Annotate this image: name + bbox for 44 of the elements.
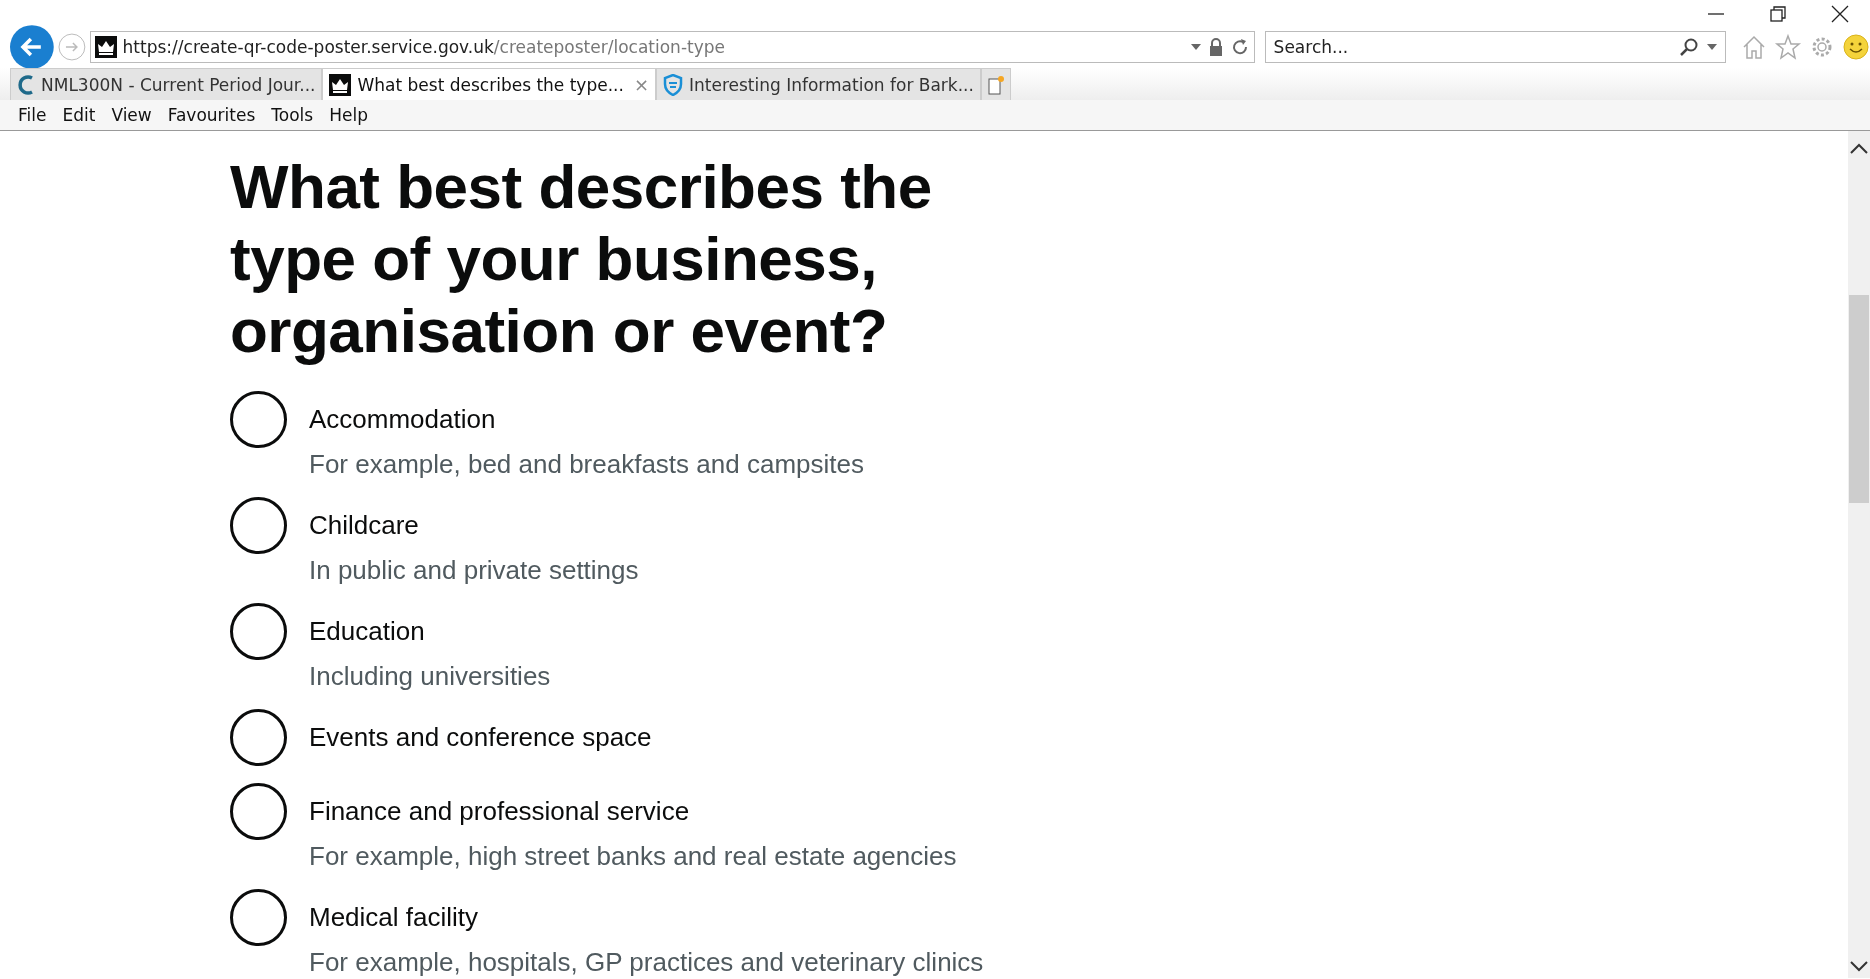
- lock-icon: [1207, 37, 1224, 57]
- new-tab-icon[interactable]: [987, 74, 1004, 95]
- menu-item[interactable]: Favourites: [167, 105, 256, 125]
- c-logo-icon: [17, 73, 35, 96]
- menu-item[interactable]: Help: [329, 105, 368, 125]
- scrollbar-thumb[interactable]: [1849, 295, 1869, 503]
- page-heading: What best describes the type of your business, organisation or event?: [230, 151, 933, 367]
- browser-tab[interactable]: NML300N - Current Period Jour...: [10, 68, 323, 100]
- menu-item[interactable]: File: [18, 105, 47, 125]
- search-icon[interactable]: [1679, 37, 1699, 57]
- option-label[interactable]: Education: [309, 603, 1848, 660]
- close-tab-icon[interactable]: ×: [633, 74, 649, 95]
- radio-button[interactable]: [230, 497, 287, 554]
- browser-tab[interactable]: Interesting Information for Bark...: [656, 68, 981, 100]
- option-hint: For example, hospitals, GP practices and veterinary clinics: [309, 946, 985, 978]
- search-box[interactable]: Search...: [1264, 31, 1726, 63]
- smiley-icon[interactable]: [1842, 33, 1870, 61]
- option-hint: For example, bed and breakfasts and campsites: [309, 448, 865, 480]
- menu-item[interactable]: View: [111, 105, 152, 125]
- menu-item[interactable]: Edit: [62, 105, 96, 125]
- shield-icon: [663, 73, 683, 96]
- menu-item[interactable]: Tools: [271, 105, 314, 125]
- option-label[interactable]: Events and conference space: [309, 709, 1848, 766]
- option-label[interactable]: Medical facility: [309, 889, 1848, 946]
- address-bar[interactable]: https://create-qr-code-poster.service.gov.uk/createposter/location-type: [89, 31, 1255, 63]
- radio-button[interactable]: [230, 603, 287, 660]
- radio-button[interactable]: [230, 783, 287, 840]
- radio-button[interactable]: [230, 391, 287, 448]
- option-label[interactable]: Accommodation: [309, 391, 1848, 448]
- option-label[interactable]: Childcare: [309, 497, 1848, 554]
- option-hint: For example, high street banks and real estate agencies: [309, 840, 958, 872]
- crown-icon: [94, 36, 117, 58]
- star-icon[interactable]: [1774, 33, 1802, 61]
- option-hint: In public and private settings: [309, 554, 640, 586]
- option-label[interactable]: Finance and professional service: [309, 783, 1848, 840]
- dropdown-caret-icon[interactable]: [1705, 43, 1719, 51]
- dropdown-caret-icon[interactable]: [1189, 43, 1202, 51]
- option-hint: Including universities: [309, 660, 552, 692]
- radio-button[interactable]: [230, 709, 287, 766]
- radio-button[interactable]: [230, 889, 287, 946]
- crown-icon: [329, 73, 352, 96]
- scroll-down-icon[interactable]: [1849, 958, 1869, 974]
- back-button[interactable]: [10, 25, 54, 69]
- browser-tab[interactable]: What best describes the type... ×: [322, 68, 656, 100]
